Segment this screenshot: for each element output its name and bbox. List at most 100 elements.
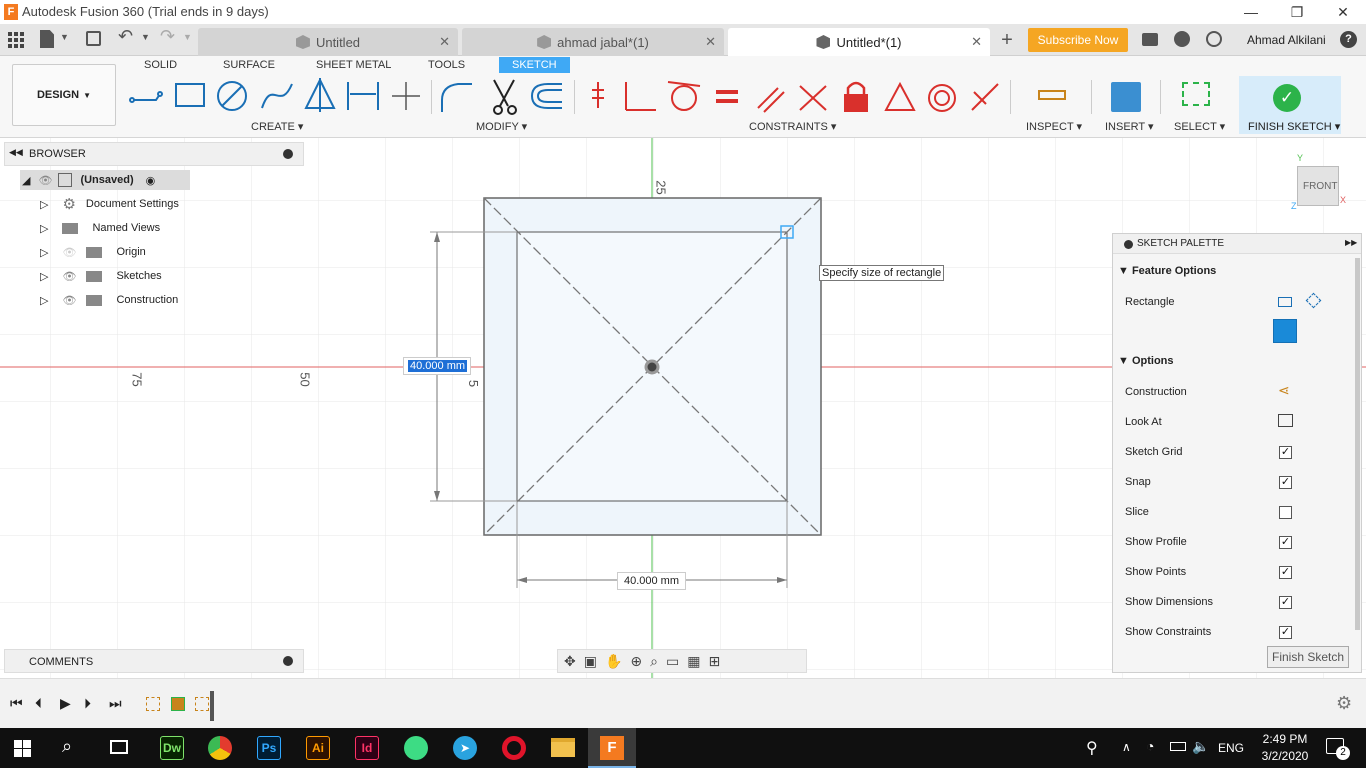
show-dimensions-checkbox[interactable]: ✓ [1279, 596, 1292, 609]
indesign-icon[interactable]: Id [355, 736, 379, 760]
sketch-grid-checkbox[interactable]: ✓ [1279, 446, 1292, 459]
snap-checkbox[interactable]: ✓ [1279, 476, 1292, 489]
finish-sketch-menu[interactable]: FINISH SKETCH ▾ [1248, 120, 1340, 133]
chat-icon[interactable] [1142, 33, 1158, 46]
tree-item-origin[interactable]: ▷ 👁 Origin [18, 242, 298, 262]
clock-date[interactable]: 3/2/2020 [1258, 749, 1312, 763]
timeline-sketch-icon[interactable] [171, 697, 185, 711]
tree-item-sketches[interactable]: ▷ 👁 Sketches [18, 266, 298, 286]
show-profile-checkbox[interactable]: ✓ [1279, 536, 1292, 549]
help-icon[interactable]: ? [1340, 31, 1357, 48]
insert-menu[interactable]: INSERT ▾ [1105, 120, 1154, 133]
redo-icon[interactable]: ↷ [160, 26, 175, 47]
file-dropdown-icon[interactable]: ▼ [60, 32, 69, 42]
play-icon[interactable]: ▶ [60, 695, 71, 712]
horizontal-vertical-icon[interactable] [592, 82, 604, 108]
trim-tool-icon[interactable] [493, 79, 517, 115]
dimension-input-value[interactable]: 40.000 mm [408, 360, 468, 372]
step-back-icon[interactable]: ⏴ [35, 695, 42, 712]
timeline-sketch-icon[interactable] [146, 697, 160, 711]
look-at-icon[interactable] [1278, 414, 1293, 427]
wifi-icon[interactable]: ◔ [1146, 738, 1154, 754]
close-window-button[interactable]: ✕ [1320, 0, 1366, 24]
parallel-icon[interactable] [757, 87, 785, 113]
tree-item-document-settings[interactable]: ▷ ⚙ Document Settings [18, 194, 298, 214]
slice-checkbox[interactable] [1279, 506, 1292, 519]
tab-untitled-1[interactable]: Untitled*(1) ✕ [728, 28, 990, 56]
app-grid-icon[interactable] [8, 32, 24, 48]
android-studio-icon[interactable] [404, 736, 428, 760]
rectangle-center-icon[interactable] [1273, 319, 1297, 343]
midpoint-icon[interactable] [884, 81, 916, 111]
collapse-browser-icon[interactable]: ◀◀ [9, 147, 23, 158]
step-forward-icon[interactable]: ⏵ [84, 695, 91, 712]
settings-gear-icon[interactable]: ⚙ [1336, 693, 1352, 714]
language-indicator[interactable]: ENG [1218, 741, 1244, 755]
tab-solid[interactable]: SOLID [144, 59, 177, 71]
close-tab-icon[interactable]: ✕ [705, 34, 716, 50]
pan-hand-icon[interactable]: ✋ [605, 653, 622, 670]
timeline-marker[interactable] [210, 691, 214, 721]
subscribe-button[interactable]: Subscribe Now [1028, 28, 1128, 52]
create-menu[interactable]: CREATE ▾ [251, 120, 303, 133]
photoshop-icon[interactable]: Ps [257, 736, 281, 760]
dimension-value-bottom[interactable]: 40.000 mm [617, 572, 686, 590]
illustrator-icon[interactable]: Ai [306, 736, 330, 760]
user-name[interactable]: Ahmad Alkilani [1247, 33, 1326, 47]
eye-icon[interactable]: 👁 [62, 294, 76, 307]
viewports-icon[interactable]: ⊞ [708, 653, 720, 670]
spline-tool-icon[interactable] [261, 83, 293, 109]
finish-sketch-button[interactable]: Finish Sketch [1267, 646, 1349, 668]
browser-minus-icon[interactable] [283, 149, 293, 159]
close-tab-icon[interactable]: ✕ [971, 34, 982, 50]
timeline-sketch-icon[interactable] [195, 697, 209, 711]
dreamweaver-icon[interactable]: Dw [160, 736, 184, 760]
zoom-icon[interactable]: ⊕ [630, 653, 642, 670]
show-constraints-checkbox[interactable]: ✓ [1279, 626, 1292, 639]
tree-item-construction[interactable]: ▷ 👁 Construction [18, 290, 298, 310]
feature-options-header[interactable]: ▼ Feature Options [1118, 265, 1216, 277]
inspect-menu[interactable]: INSPECT ▾ [1026, 120, 1082, 133]
tab-surface[interactable]: SURFACE [223, 59, 275, 71]
equal-icon[interactable] [716, 90, 738, 103]
fusion360-taskbar-icon[interactable]: F [588, 728, 636, 768]
minimize-button[interactable]: — [1228, 0, 1274, 24]
redo-dropdown-icon[interactable]: ▼ [183, 32, 192, 42]
expand-icon[interactable]: ▷ [40, 294, 48, 307]
task-view-icon[interactable] [110, 740, 128, 754]
modify-menu[interactable]: MODIFY ▾ [476, 120, 527, 133]
options-header[interactable]: ▼ Options [1118, 355, 1174, 367]
palette-minus-icon[interactable] [1124, 240, 1133, 249]
volume-icon[interactable]: 🔈 [1192, 738, 1209, 755]
show-hidden-icons[interactable]: ∧ [1122, 740, 1131, 754]
dimension-tool-icon[interactable] [347, 82, 379, 110]
select-menu[interactable]: SELECT ▾ [1174, 120, 1225, 133]
battery-icon[interactable] [1170, 742, 1186, 751]
tab-sketch[interactable]: SKETCH [499, 57, 570, 73]
expanded-icon[interactable]: ◢ [22, 174, 30, 187]
insert-image-icon[interactable] [1111, 82, 1141, 112]
close-tab-icon[interactable]: ✕ [439, 34, 450, 50]
tab-tools[interactable]: TOOLS [428, 59, 465, 71]
search-icon[interactable]: ⌕ [62, 736, 72, 757]
point-tool-icon[interactable] [392, 82, 420, 110]
tab-sheet-metal[interactable]: SHEET METAL [316, 59, 391, 71]
workspace-switcher[interactable]: DESIGN ▼ [12, 64, 116, 126]
tab-ahmad-jabal[interactable]: ahmad jabal*(1) ✕ [462, 28, 724, 56]
undo-dropdown-icon[interactable]: ▼ [141, 32, 150, 42]
zoom-window-icon[interactable]: ⌕ [650, 653, 658, 670]
constraints-menu[interactable]: CONSTRAINTS ▾ [749, 120, 836, 133]
show-points-checkbox[interactable]: ✓ [1279, 566, 1292, 579]
tab-untitled[interactable]: Untitled ✕ [198, 28, 458, 56]
windows-start-icon[interactable] [14, 740, 31, 757]
fillet-tool-icon[interactable] [441, 83, 472, 112]
tangent-icon[interactable] [667, 81, 701, 111]
grid-settings-icon[interactable]: ▦ [687, 653, 700, 670]
concentric-icon[interactable] [928, 84, 956, 112]
coincident-icon[interactable] [625, 82, 656, 111]
display-settings-icon[interactable]: ▭ [666, 653, 679, 670]
expand-icon[interactable]: ▷ [40, 198, 48, 211]
opera-icon[interactable] [502, 736, 526, 760]
file-menu-icon[interactable] [40, 30, 54, 48]
activate-radio-icon[interactable]: ◉ [146, 174, 156, 187]
